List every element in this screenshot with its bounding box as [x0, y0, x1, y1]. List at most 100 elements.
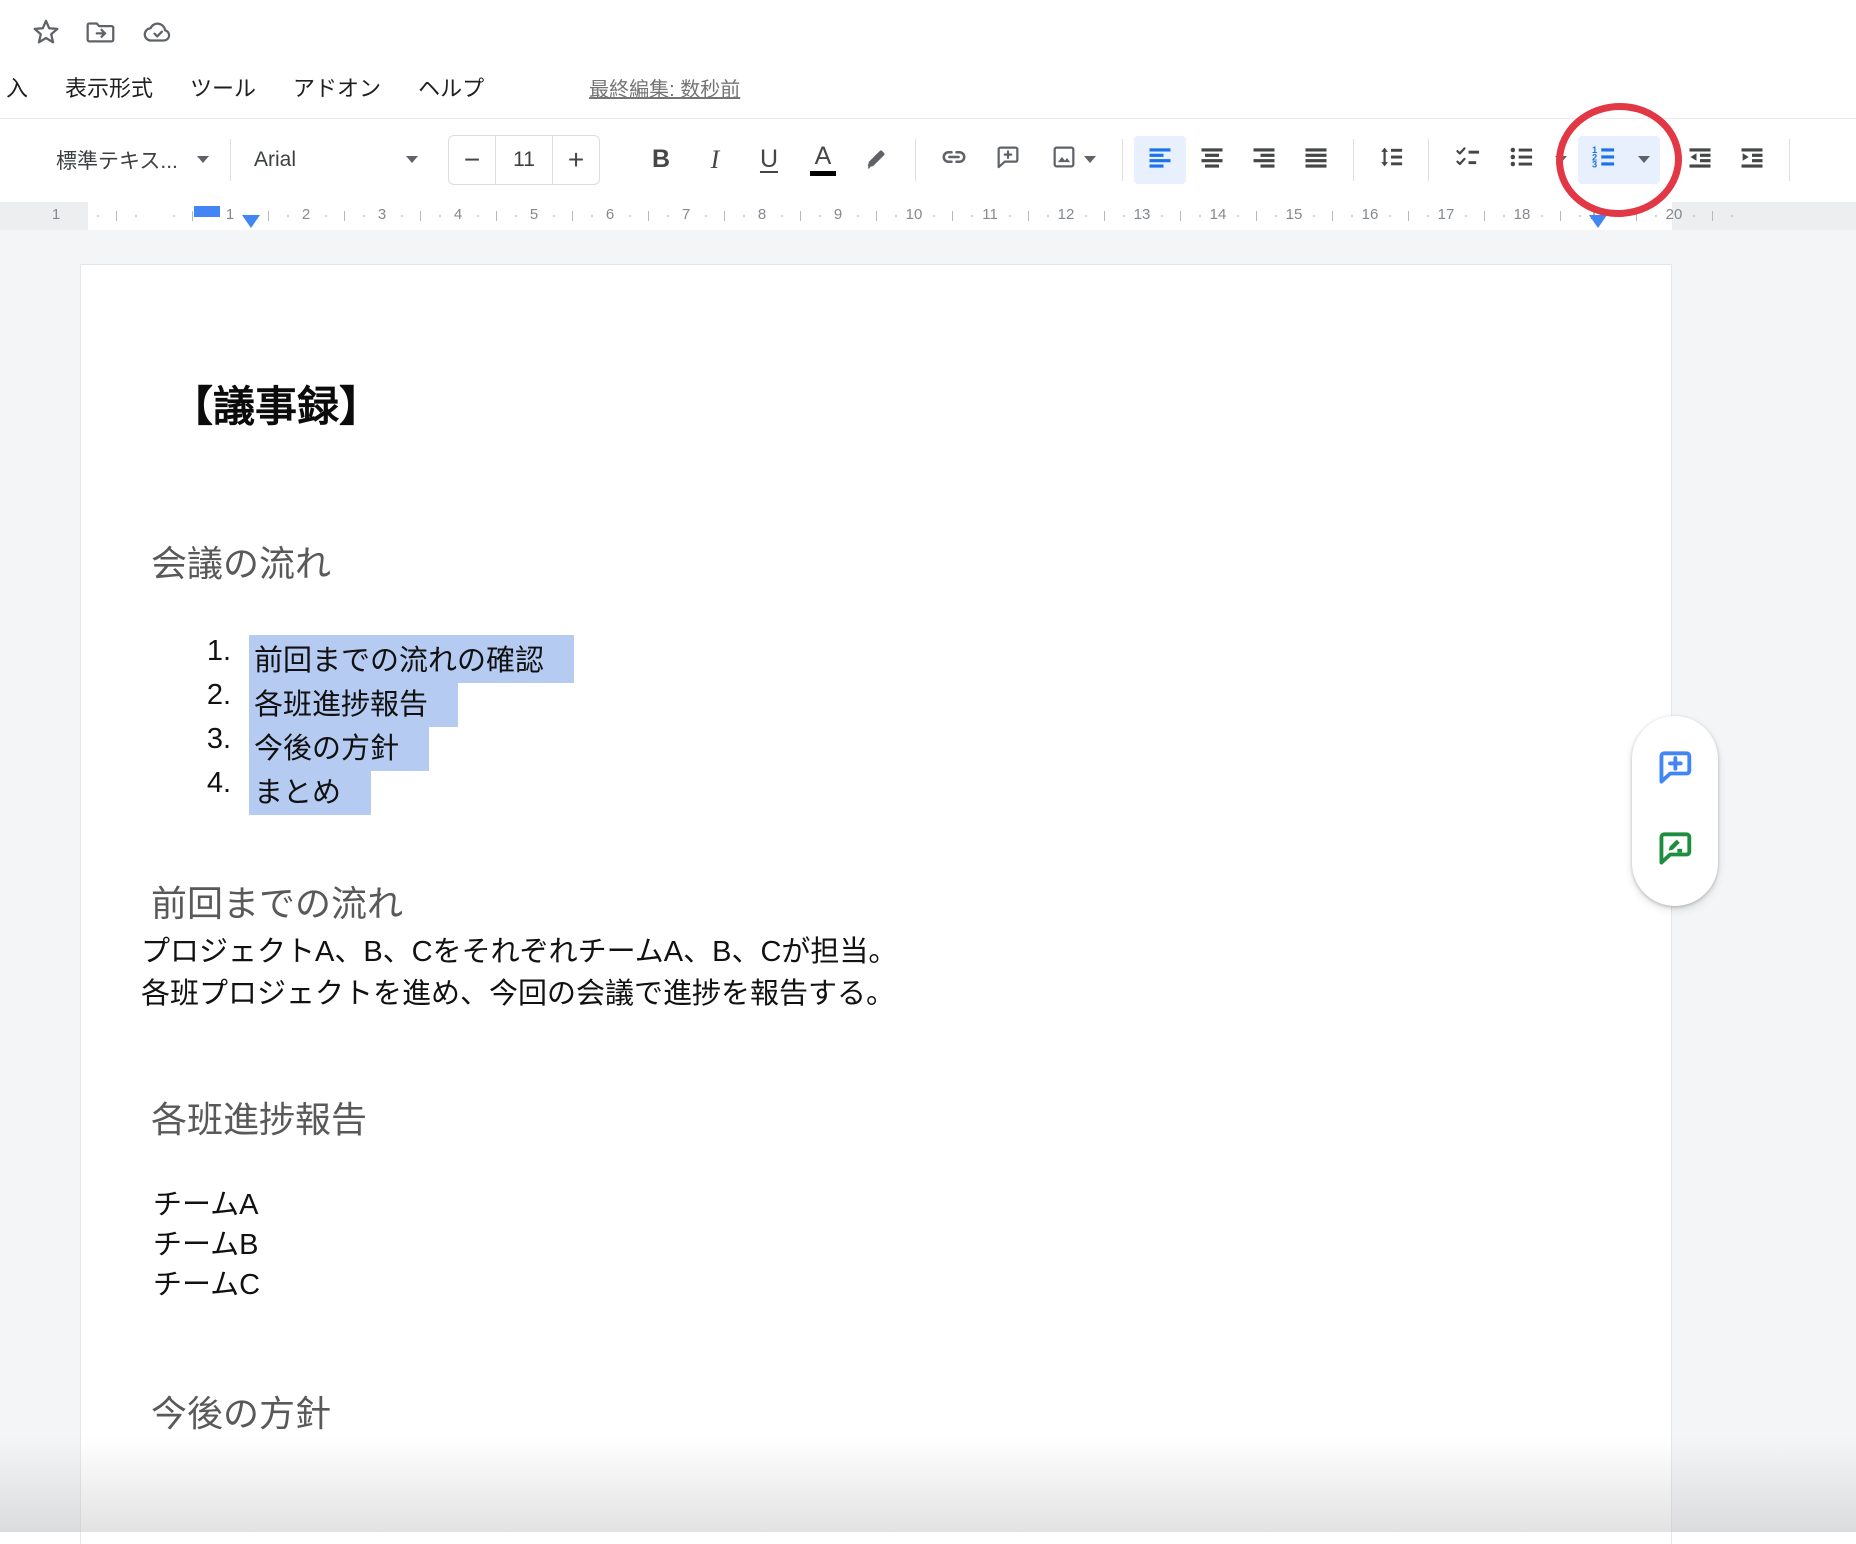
paragraph-style-selector[interactable]: 標準テキス... — [54, 136, 219, 184]
ruler-number: 13 — [1134, 206, 1151, 223]
numbered-list-dropdown[interactable] — [1628, 136, 1660, 184]
ruler-number: 10 — [906, 206, 923, 223]
align-center-button[interactable] — [1186, 136, 1238, 184]
ruler-tick — [1655, 215, 1657, 217]
first-line-indent-marker[interactable] — [194, 206, 220, 217]
ruler-tick — [648, 211, 649, 221]
ruler-number: 11 — [982, 206, 998, 223]
ruler-tick — [952, 211, 953, 221]
ruler-tick — [1313, 215, 1315, 217]
agenda-item: 1.前回までの流れの確認 — [185, 635, 574, 679]
chevron-down-icon — [1638, 156, 1650, 163]
ruler-tick — [268, 211, 269, 221]
ruler-tick — [1712, 211, 1713, 221]
section-heading-previous-flow: 前回までの流れ — [151, 875, 403, 927]
ruler-tick — [781, 215, 783, 217]
font-value: Arial — [254, 148, 296, 172]
bulleted-list-dropdown[interactable] — [1546, 136, 1576, 184]
folder-move-icon[interactable] — [84, 16, 118, 48]
menu-item[interactable]: アドオン — [293, 71, 381, 103]
agenda-item: 3.今後の方針 — [185, 723, 574, 767]
insert-link-button[interactable] — [927, 136, 981, 184]
bulleted-list-icon — [1507, 143, 1535, 176]
insert-image-button[interactable] — [1035, 136, 1111, 184]
add-comment-fab[interactable] — [1648, 743, 1702, 797]
ruler-tick — [363, 215, 365, 217]
ruler-number: 9 — [834, 206, 842, 223]
right-indent-marker[interactable] — [1589, 215, 1607, 228]
bold-button[interactable]: B — [634, 136, 688, 184]
document-page[interactable]: 【議事録】 会議の流れ 1.前回までの流れの確認2.各班進捗報告3.今後の方針4… — [80, 264, 1672, 1544]
ruler-tick — [1047, 215, 1049, 217]
highlight-color-button[interactable] — [850, 136, 904, 184]
ruler-tick — [629, 215, 631, 217]
ruler-tick — [439, 215, 441, 217]
ruler[interactable]: 1 1234567891011121314151617181920 — [0, 202, 1856, 230]
checklist-icon — [1454, 143, 1482, 176]
ruler-tick — [1427, 215, 1429, 217]
ruler-tick — [1503, 215, 1505, 217]
indent-increase-icon — [1738, 143, 1766, 176]
last-edited-link[interactable]: 最終編集: 数秒前 — [589, 73, 740, 102]
align-center-icon — [1198, 143, 1226, 176]
section-heading-meeting-flow: 会議の流れ — [151, 535, 331, 587]
align-left-button[interactable] — [1134, 136, 1186, 184]
cloud-check-icon[interactable] — [140, 16, 176, 48]
ruler-tick — [1256, 211, 1257, 221]
ruler-tick — [173, 215, 175, 217]
justify-button[interactable] — [1290, 136, 1342, 184]
checklist-button[interactable] — [1440, 136, 1496, 184]
ruler-number: 2 — [302, 206, 310, 223]
agenda-number: 3. — [185, 723, 231, 756]
team-list-item: チームC — [153, 1265, 260, 1305]
star-icon[interactable] — [30, 16, 62, 48]
line-spacing-button[interactable] — [1365, 136, 1417, 184]
bulleted-list-group — [1496, 136, 1576, 184]
increase-indent-button[interactable] — [1726, 136, 1778, 184]
numbered-list-button[interactable]: 123 — [1578, 136, 1628, 184]
ruler-tick — [1408, 211, 1409, 221]
ruler-tick — [1484, 211, 1485, 221]
image-icon — [1050, 143, 1078, 176]
suggest-edits-fab[interactable] — [1648, 825, 1702, 879]
font-selector[interactable]: Arial — [242, 136, 432, 184]
ruler-tick — [116, 211, 117, 221]
chevron-down-icon — [1555, 156, 1567, 163]
ruler-tick — [420, 211, 421, 221]
decrease-indent-button[interactable] — [1674, 136, 1726, 184]
ruler-tick — [1028, 211, 1029, 221]
pencil-comment-icon — [1653, 827, 1697, 876]
ruler-tick — [1579, 215, 1581, 217]
paragraph-style-value: 標準テキス... — [56, 145, 178, 175]
menu-item[interactable]: 表示形式 — [65, 71, 153, 103]
ruler-tick — [1009, 215, 1011, 217]
team-list: チームAチームBチームC — [153, 1185, 260, 1305]
ruler-tick — [819, 215, 821, 217]
numbered-list-group: 123 — [1578, 136, 1660, 184]
font-size-increase-button[interactable]: + — [553, 136, 599, 184]
ruler-tick — [401, 215, 403, 217]
agenda-number: 4. — [185, 767, 231, 800]
paragraph-line: プロジェクトA、B、CをそれぞれチームA、B、Cが担当。 — [141, 931, 897, 973]
menu-item[interactable]: ヘルプ — [418, 71, 484, 103]
add-comment-button[interactable] — [981, 136, 1035, 184]
underline-button[interactable]: U — [742, 136, 796, 184]
font-size-group: − 11 + — [448, 135, 600, 185]
font-size-decrease-button[interactable]: − — [449, 136, 495, 184]
menu-item[interactable]: 入 — [6, 71, 28, 103]
chevron-down-icon — [1084, 156, 1096, 163]
align-right-button[interactable] — [1238, 136, 1290, 184]
ruler-tick — [135, 215, 137, 217]
ruler-tick — [1351, 215, 1353, 217]
text-color-button[interactable]: A — [796, 136, 850, 184]
bulleted-list-button[interactable] — [1496, 136, 1546, 184]
ruler-tick — [1731, 215, 1733, 217]
left-indent-marker[interactable] — [242, 215, 260, 228]
font-size-value[interactable]: 11 — [495, 136, 553, 184]
menubar: 入 表示形式 ツール アドオン ヘルプ 最終編集: 数秒前 — [6, 66, 740, 108]
menu-item[interactable]: ツール — [190, 71, 256, 103]
ruler-tick — [1199, 215, 1201, 217]
ruler-tick — [1389, 215, 1391, 217]
italic-button[interactable]: I — [688, 136, 742, 184]
agenda-text-selected: 今後の方針 — [249, 723, 429, 771]
